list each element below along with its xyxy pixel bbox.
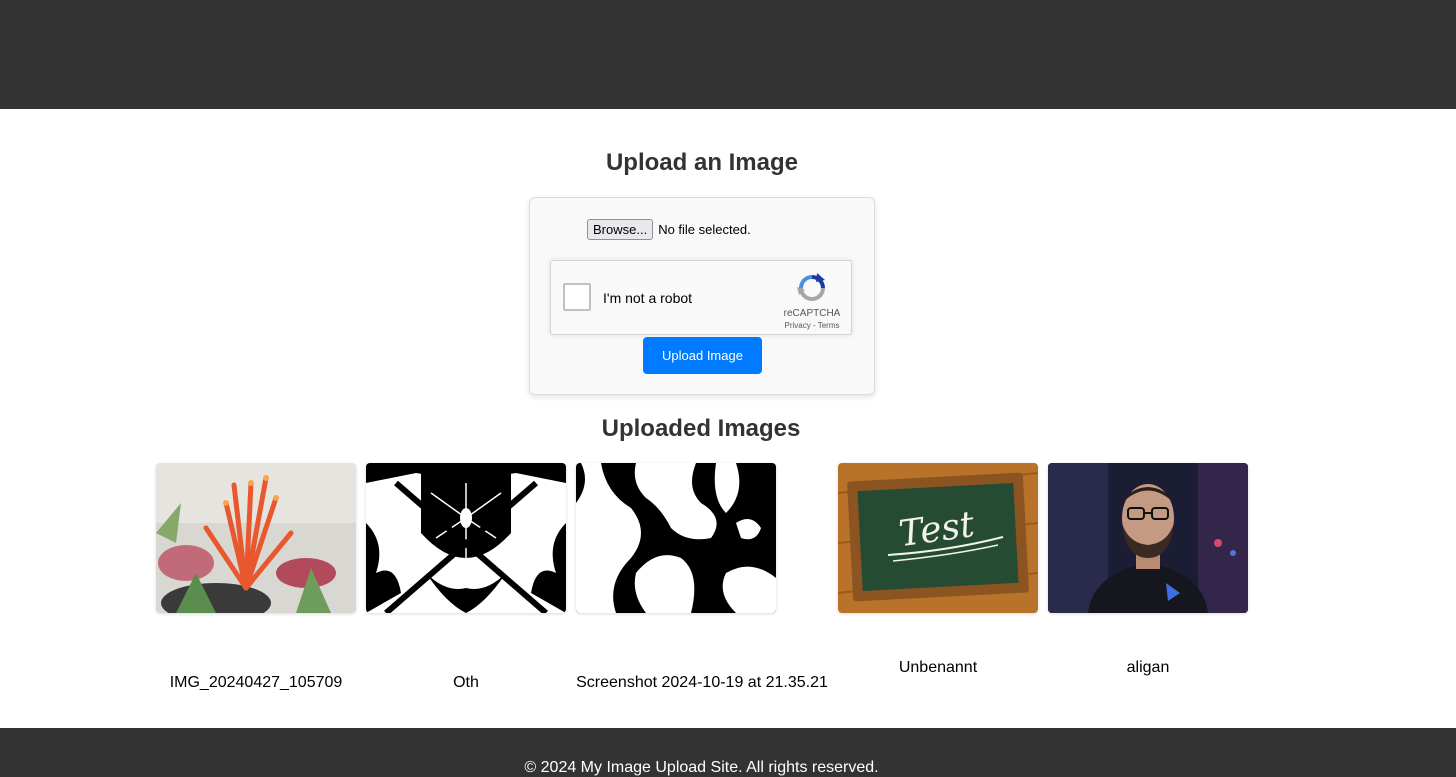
recaptcha-brand: reCAPTCHA <box>783 308 841 319</box>
file-input[interactable]: Browse... No file selected. <box>587 219 751 240</box>
gallery-thumb-1[interactable] <box>156 463 356 613</box>
black-white-blob-screenshot-icon <box>576 463 776 613</box>
recaptcha-logo-icon <box>797 273 825 301</box>
gallery-thumb-4[interactable]: Test <box>838 463 1038 613</box>
gallery-caption-3: Screenshot 2024-10-19 at 21.35.21 <box>576 674 828 691</box>
file-status-text: No file selected. <box>658 222 751 237</box>
uploaded-images-title: Uploaded Images <box>601 415 801 442</box>
gallery-thumb-3[interactable] <box>576 463 776 613</box>
upload-image-button[interactable]: Upload Image <box>643 337 762 374</box>
gallery-caption-2: Oth <box>453 674 479 691</box>
black-white-emblem-art-icon <box>366 463 566 613</box>
upload-section-title: Upload an Image <box>605 149 799 176</box>
gallery-caption-4: Unbenannt <box>898 659 978 676</box>
chalkboard-test-photo-icon: Test <box>838 463 1038 613</box>
browse-button[interactable]: Browse... <box>587 219 654 240</box>
site-header <box>0 0 1456 109</box>
gallery-caption-5: aligan <box>1126 659 1170 676</box>
gallery-thumb-2[interactable] <box>366 463 566 613</box>
gallery-thumb-5[interactable] <box>1048 463 1248 613</box>
gallery-caption-1: IMG_20240427_105709 <box>169 674 343 691</box>
footer-copyright: © 2024 My Image Upload Site. All rights … <box>524 759 879 776</box>
recaptcha-label: I'm not a robot <box>603 290 693 306</box>
recaptcha-checkbox[interactable] <box>563 283 591 311</box>
recaptcha-widget: I'm not a robot reCAPTCHA Privacy - Term… <box>550 260 852 335</box>
recaptcha-privacy-terms-link[interactable]: Privacy - Terms <box>775 321 849 330</box>
portrait-photo-icon <box>1048 463 1248 613</box>
aloe-flower-photo-icon <box>156 463 356 613</box>
